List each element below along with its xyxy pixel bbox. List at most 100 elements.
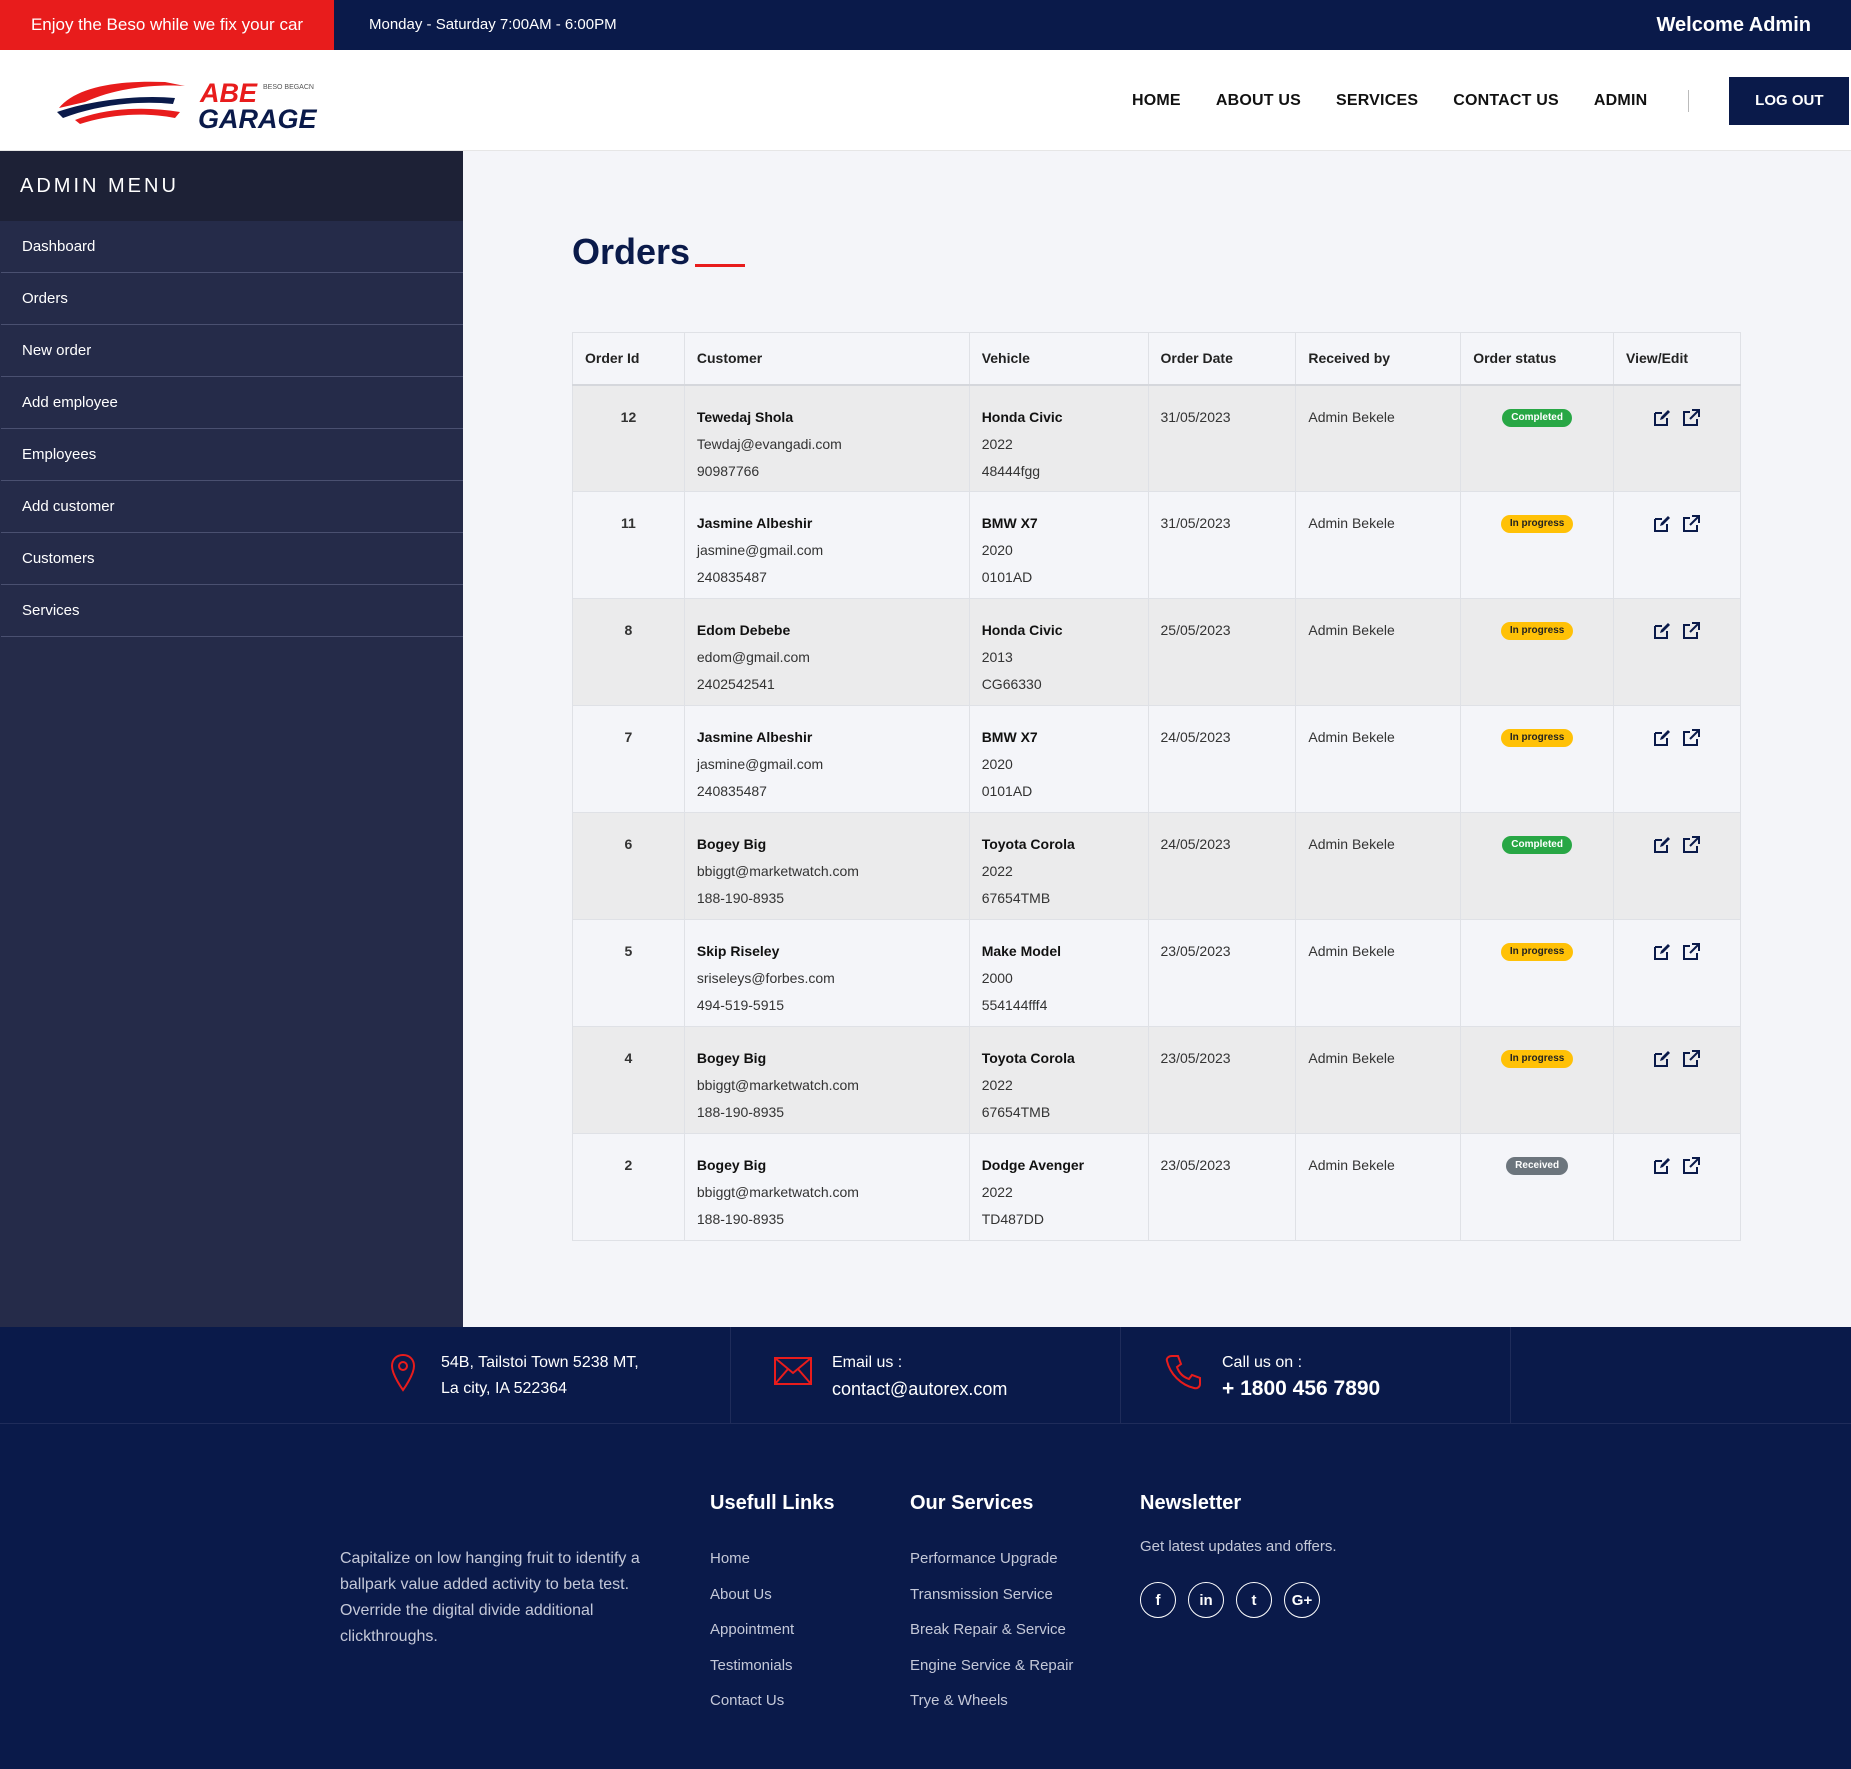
our-services-title: Our Services bbox=[910, 1492, 1034, 1514]
edit-icon[interactable] bbox=[1652, 942, 1672, 962]
nav-admin[interactable]: ADMIN bbox=[1594, 92, 1647, 110]
edit-icon[interactable] bbox=[1652, 514, 1672, 534]
google-plus-icon[interactable]: G+ bbox=[1284, 1582, 1320, 1618]
sidebar-item-services[interactable]: Services bbox=[1, 585, 463, 637]
sidebar-item-add-employee[interactable]: Add employee bbox=[1, 377, 463, 429]
vehicle-cell: Toyota Corola 2022 67654TMB bbox=[968, 1026, 1149, 1134]
customer-name: Bogey Big bbox=[696, 836, 767, 852]
footer-service-engine[interactable]: Engine Service & Repair bbox=[910, 1648, 1073, 1684]
main-content: Orders Order Id Customer Vehicle Order D… bbox=[463, 151, 1851, 1327]
useful-links-column: Usefull Links Home About Us Appointment … bbox=[710, 1492, 834, 1719]
open-external-icon[interactable] bbox=[1681, 835, 1701, 855]
edit-icon[interactable] bbox=[1652, 1156, 1672, 1176]
admin-menu: Dashboard Orders New order Add employee … bbox=[0, 221, 463, 637]
abe-garage-logo[interactable]: ABE BESO BEGACN GARAGE bbox=[55, 72, 330, 132]
address-text: 54B, Tailstoi Town 5238 MT, La city, IA … bbox=[441, 1350, 639, 1402]
order-id: 2 bbox=[572, 1133, 685, 1241]
table-row: 11 Jasmine Albeshir jasmine@gmail.com 24083… bbox=[572, 491, 1741, 599]
customer-cell: Bogey Big bbiggt@marketwatch.com 188-190-8… bbox=[683, 812, 970, 920]
customer-phone: 188-190-8935 bbox=[696, 1104, 785, 1120]
nav-about-us[interactable]: ABOUT US bbox=[1216, 92, 1301, 110]
edit-icon[interactable] bbox=[1652, 1049, 1672, 1069]
status-cell: Completed bbox=[1460, 384, 1615, 492]
customer-phone: 240835487 bbox=[696, 569, 767, 585]
address-line-1: 54B, Tailstoi Town 5238 MT, bbox=[441, 1354, 639, 1371]
facebook-icon[interactable]: f bbox=[1140, 1582, 1176, 1618]
customer-email: jasmine@gmail.com bbox=[696, 756, 824, 772]
actions-cell bbox=[1613, 491, 1741, 599]
sidebar-item-orders[interactable]: Orders bbox=[1, 273, 463, 325]
table-row: 5 Skip Riseley sriseleys@forbes.com 494-519… bbox=[572, 919, 1741, 1027]
vehicle-tag: 48444fgg bbox=[981, 462, 1041, 479]
status-badge: In progress bbox=[1500, 729, 1574, 748]
footer-link-home[interactable]: Home bbox=[710, 1541, 834, 1577]
social-links: f in t G+ bbox=[1140, 1582, 1337, 1618]
customer-name: Bogey Big bbox=[696, 1050, 767, 1066]
twitter-icon[interactable]: t bbox=[1236, 1582, 1272, 1618]
footer-service-transmission[interactable]: Transmission Service bbox=[910, 1577, 1073, 1613]
vehicle-tag: TD487DD bbox=[981, 1211, 1044, 1227]
linkedin-icon[interactable]: in bbox=[1188, 1582, 1224, 1618]
address-line-2: La city, IA 522364 bbox=[441, 1380, 568, 1397]
order-date: 31/05/2023 bbox=[1147, 491, 1297, 599]
received-by: Admin Bekele bbox=[1295, 1133, 1462, 1241]
footer-link-about-us[interactable]: About Us bbox=[710, 1577, 834, 1613]
vehicle-name: BMW X7 bbox=[981, 515, 1038, 531]
open-external-icon[interactable] bbox=[1681, 1156, 1701, 1176]
open-external-icon[interactable] bbox=[1681, 728, 1701, 748]
vehicle-cell: Honda Civic 2013 CG66330 bbox=[968, 598, 1149, 706]
sidebar-item-customers[interactable]: Customers bbox=[1, 533, 463, 585]
newsletter-column: Newsletter Get latest updates and offers… bbox=[1140, 1492, 1337, 1618]
edit-icon[interactable] bbox=[1652, 728, 1672, 748]
vehicle-cell: Toyota Corola 2022 67654TMB bbox=[968, 812, 1149, 920]
title-underline bbox=[695, 264, 745, 267]
status-badge: Received bbox=[1506, 1157, 1569, 1176]
open-external-icon[interactable] bbox=[1681, 514, 1701, 534]
nav-contact-us[interactable]: CONTACT US bbox=[1453, 92, 1559, 110]
customer-phone: 188-190-8935 bbox=[696, 890, 785, 906]
footer-link-testimonials[interactable]: Testimonials bbox=[710, 1648, 834, 1684]
actions-cell bbox=[1613, 919, 1741, 1027]
vehicle-cell: Dodge Avenger 2022 TD487DD bbox=[968, 1133, 1149, 1241]
received-by: Admin Bekele bbox=[1295, 384, 1462, 492]
nav-home[interactable]: HOME bbox=[1132, 92, 1181, 110]
envelope-icon bbox=[774, 1357, 812, 1385]
order-id: 4 bbox=[572, 1026, 685, 1134]
open-external-icon[interactable] bbox=[1681, 621, 1701, 641]
customer-phone: 2402542541 bbox=[696, 676, 775, 692]
customer-phone: 188-190-8935 bbox=[696, 1211, 785, 1227]
edit-icon[interactable] bbox=[1652, 408, 1672, 428]
footer-service-break-repair[interactable]: Break Repair & Service bbox=[910, 1612, 1073, 1648]
open-external-icon[interactable] bbox=[1681, 942, 1701, 962]
open-external-icon[interactable] bbox=[1681, 1049, 1701, 1069]
edit-icon[interactable] bbox=[1652, 621, 1672, 641]
sidebar-item-employees[interactable]: Employees bbox=[1, 429, 463, 481]
main-nav: HOME ABOUT US SERVICES CONTACT US ADMIN … bbox=[1132, 50, 1850, 151]
logout-button[interactable]: LOG OUT bbox=[1729, 76, 1850, 125]
vehicle-year: 2022 bbox=[981, 1077, 1013, 1093]
phone-number[interactable]: + 1800 456 7890 bbox=[1222, 1376, 1380, 1402]
vehicle-name: Honda Civic bbox=[981, 622, 1063, 638]
edit-icon[interactable] bbox=[1652, 835, 1672, 855]
nav-services[interactable]: SERVICES bbox=[1336, 92, 1418, 110]
table-row: 6 Bogey Big bbiggt@marketwatch.com 188-190-… bbox=[572, 812, 1741, 920]
address-block: 54B, Tailstoi Town 5238 MT, La city, IA … bbox=[340, 1327, 731, 1424]
col-order-status: Order status bbox=[1460, 332, 1615, 386]
order-id: 5 bbox=[572, 919, 685, 1027]
sidebar-item-add-customer[interactable]: Add customer bbox=[1, 481, 463, 533]
email-address[interactable]: contact@autorex.com bbox=[832, 1376, 1007, 1402]
footer-service-tyre-wheels[interactable]: Trye & Wheels bbox=[910, 1683, 1073, 1719]
order-date: 23/05/2023 bbox=[1147, 1026, 1297, 1134]
customer-name: Bogey Big bbox=[696, 1157, 767, 1173]
vehicle-tag: 554144fff4 bbox=[981, 997, 1048, 1013]
customer-name: Skip Riseley bbox=[696, 943, 780, 959]
phone-text: Call us on : + 1800 456 7890 bbox=[1222, 1350, 1380, 1402]
vehicle-year: 2013 bbox=[981, 649, 1013, 665]
promo-banner: Enjoy the Beso while we fix your car bbox=[0, 0, 334, 50]
footer-link-contact-us[interactable]: Contact Us bbox=[710, 1683, 834, 1719]
footer-service-performance-upgrade[interactable]: Performance Upgrade bbox=[910, 1541, 1073, 1577]
sidebar-item-new-order[interactable]: New order bbox=[1, 325, 463, 377]
sidebar-item-dashboard[interactable]: Dashboard bbox=[1, 221, 463, 273]
open-external-icon[interactable] bbox=[1681, 408, 1701, 428]
footer-link-appointment[interactable]: Appointment bbox=[710, 1612, 834, 1648]
